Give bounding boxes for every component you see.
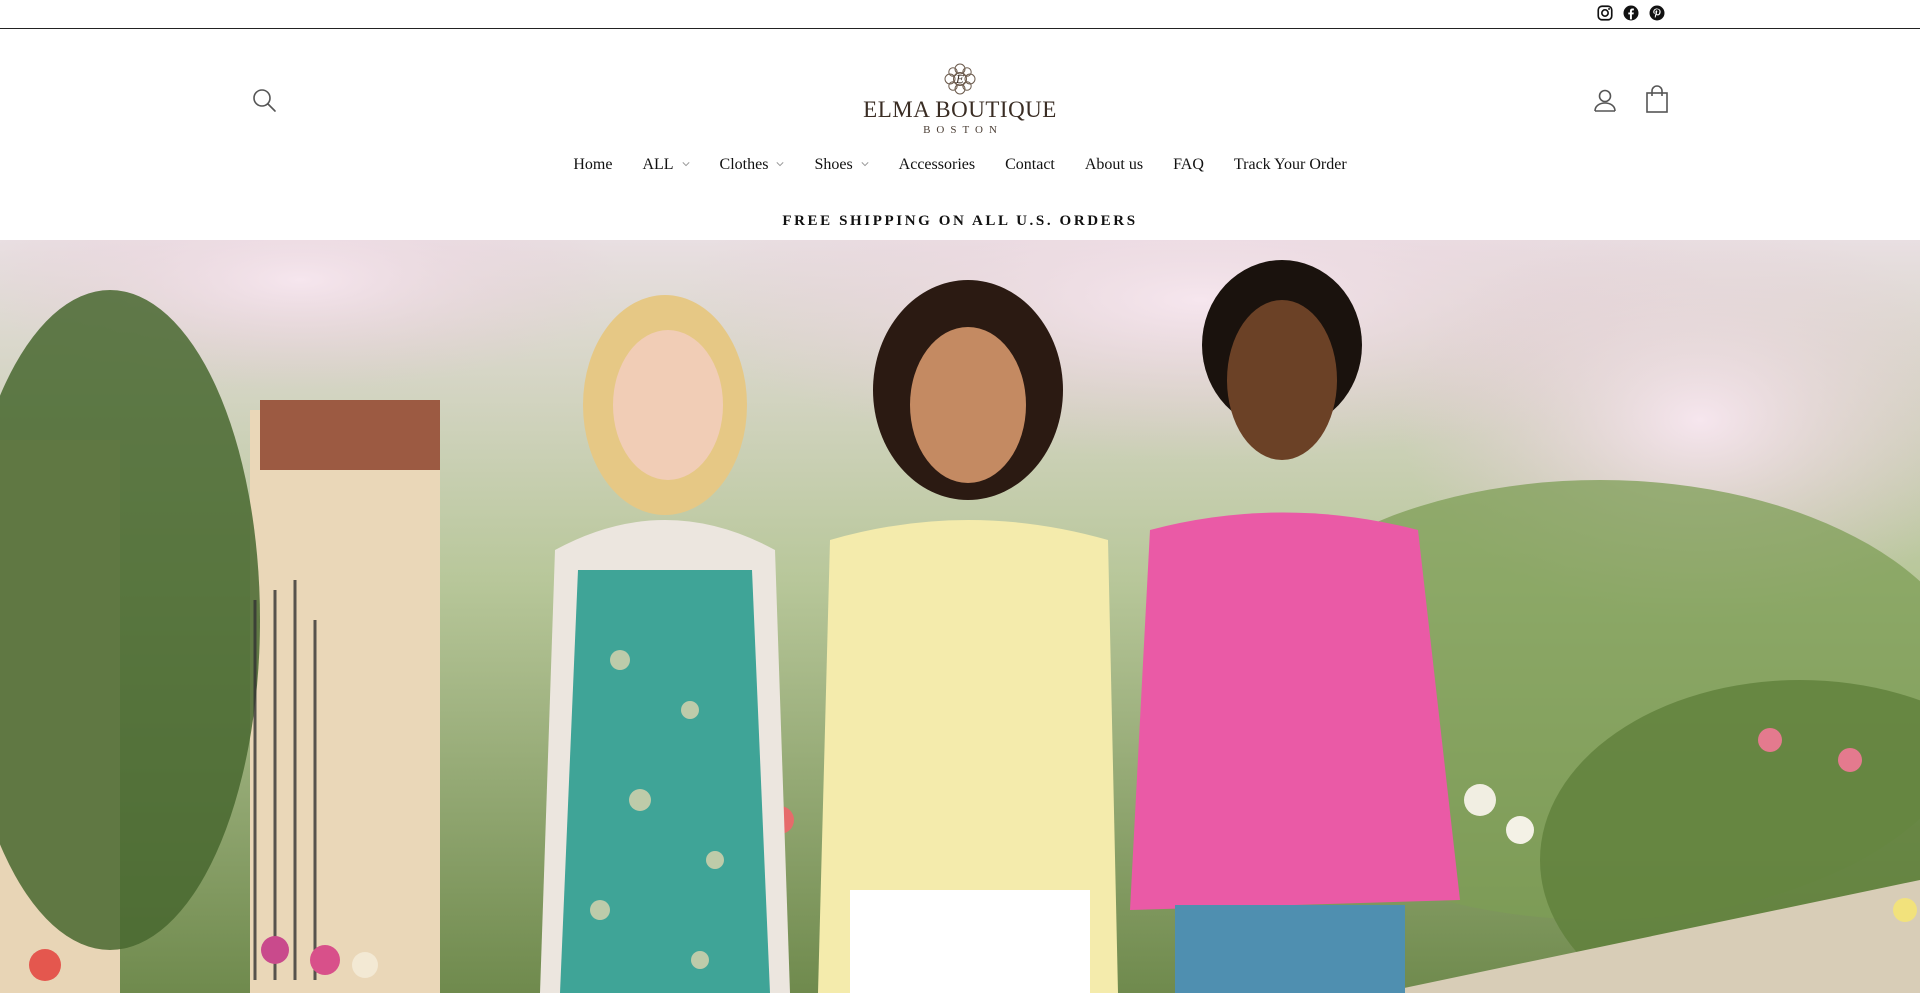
social-links [1596,4,1666,22]
nav-item-accessories[interactable]: Accessories [884,154,990,176]
nav-item-home[interactable]: Home [558,154,627,176]
nav-item-label: Track Your Order [1233,156,1347,173]
top-utility-bar [0,0,1920,29]
site-header: E ELMA BOUTIQUE BOSTON Home ALL Clothes Sho… [0,29,1920,240]
nav-item-clothes[interactable]: Clothes [705,154,800,176]
nav-item-shoes[interactable]: Shoes [799,154,883,176]
logo-city: BOSTON [923,124,1003,136]
nav-item-label: ALL [642,156,674,173]
nav-item-label: Home [573,156,613,173]
announcement-bar: FREE SHIPPING ON ALL U.S. ORDERS [782,213,1138,229]
nav-item-label: Clothes [719,156,769,173]
instagram-icon[interactable] [1596,4,1614,22]
nav-item-about-us[interactable]: About us [1070,154,1158,176]
logo-emblem-icon: E [944,63,976,95]
main-navigation: Home ALL Clothes Shoes Accessories Contact Abo… [0,154,1920,176]
facebook-icon[interactable] [1622,4,1640,22]
logo[interactable]: E ELMA BOUTIQUE BOSTON [860,62,1060,137]
nav-item-label: About us [1084,156,1144,173]
nav-item-label: Contact [1005,156,1055,173]
shopping-bag-icon[interactable] [1643,84,1671,114]
hero-photo-illustration [0,240,1920,993]
nav-item-label: Shoes [814,156,853,173]
chevron-down-icon [682,161,690,166]
user-icon[interactable] [1591,86,1619,114]
nav-item-label: FAQ [1173,156,1204,173]
pinterest-icon[interactable] [1648,4,1666,22]
nav-item-track-your-order[interactable]: Track Your Order [1219,154,1362,176]
chevron-down-icon [776,161,784,166]
chevron-down-icon [861,161,869,166]
nav-item-all[interactable]: ALL [627,154,704,176]
svg-text:E: E [955,73,964,86]
nav-item-faq[interactable]: FAQ [1158,154,1219,176]
nav-item-contact[interactable]: Contact [990,154,1070,176]
search-icon[interactable] [250,86,278,114]
hero-banner-image[interactable] [0,240,1920,993]
logo-name: ELMA BOUTIQUE [863,97,1057,122]
nav-item-label: Accessories [898,156,976,173]
